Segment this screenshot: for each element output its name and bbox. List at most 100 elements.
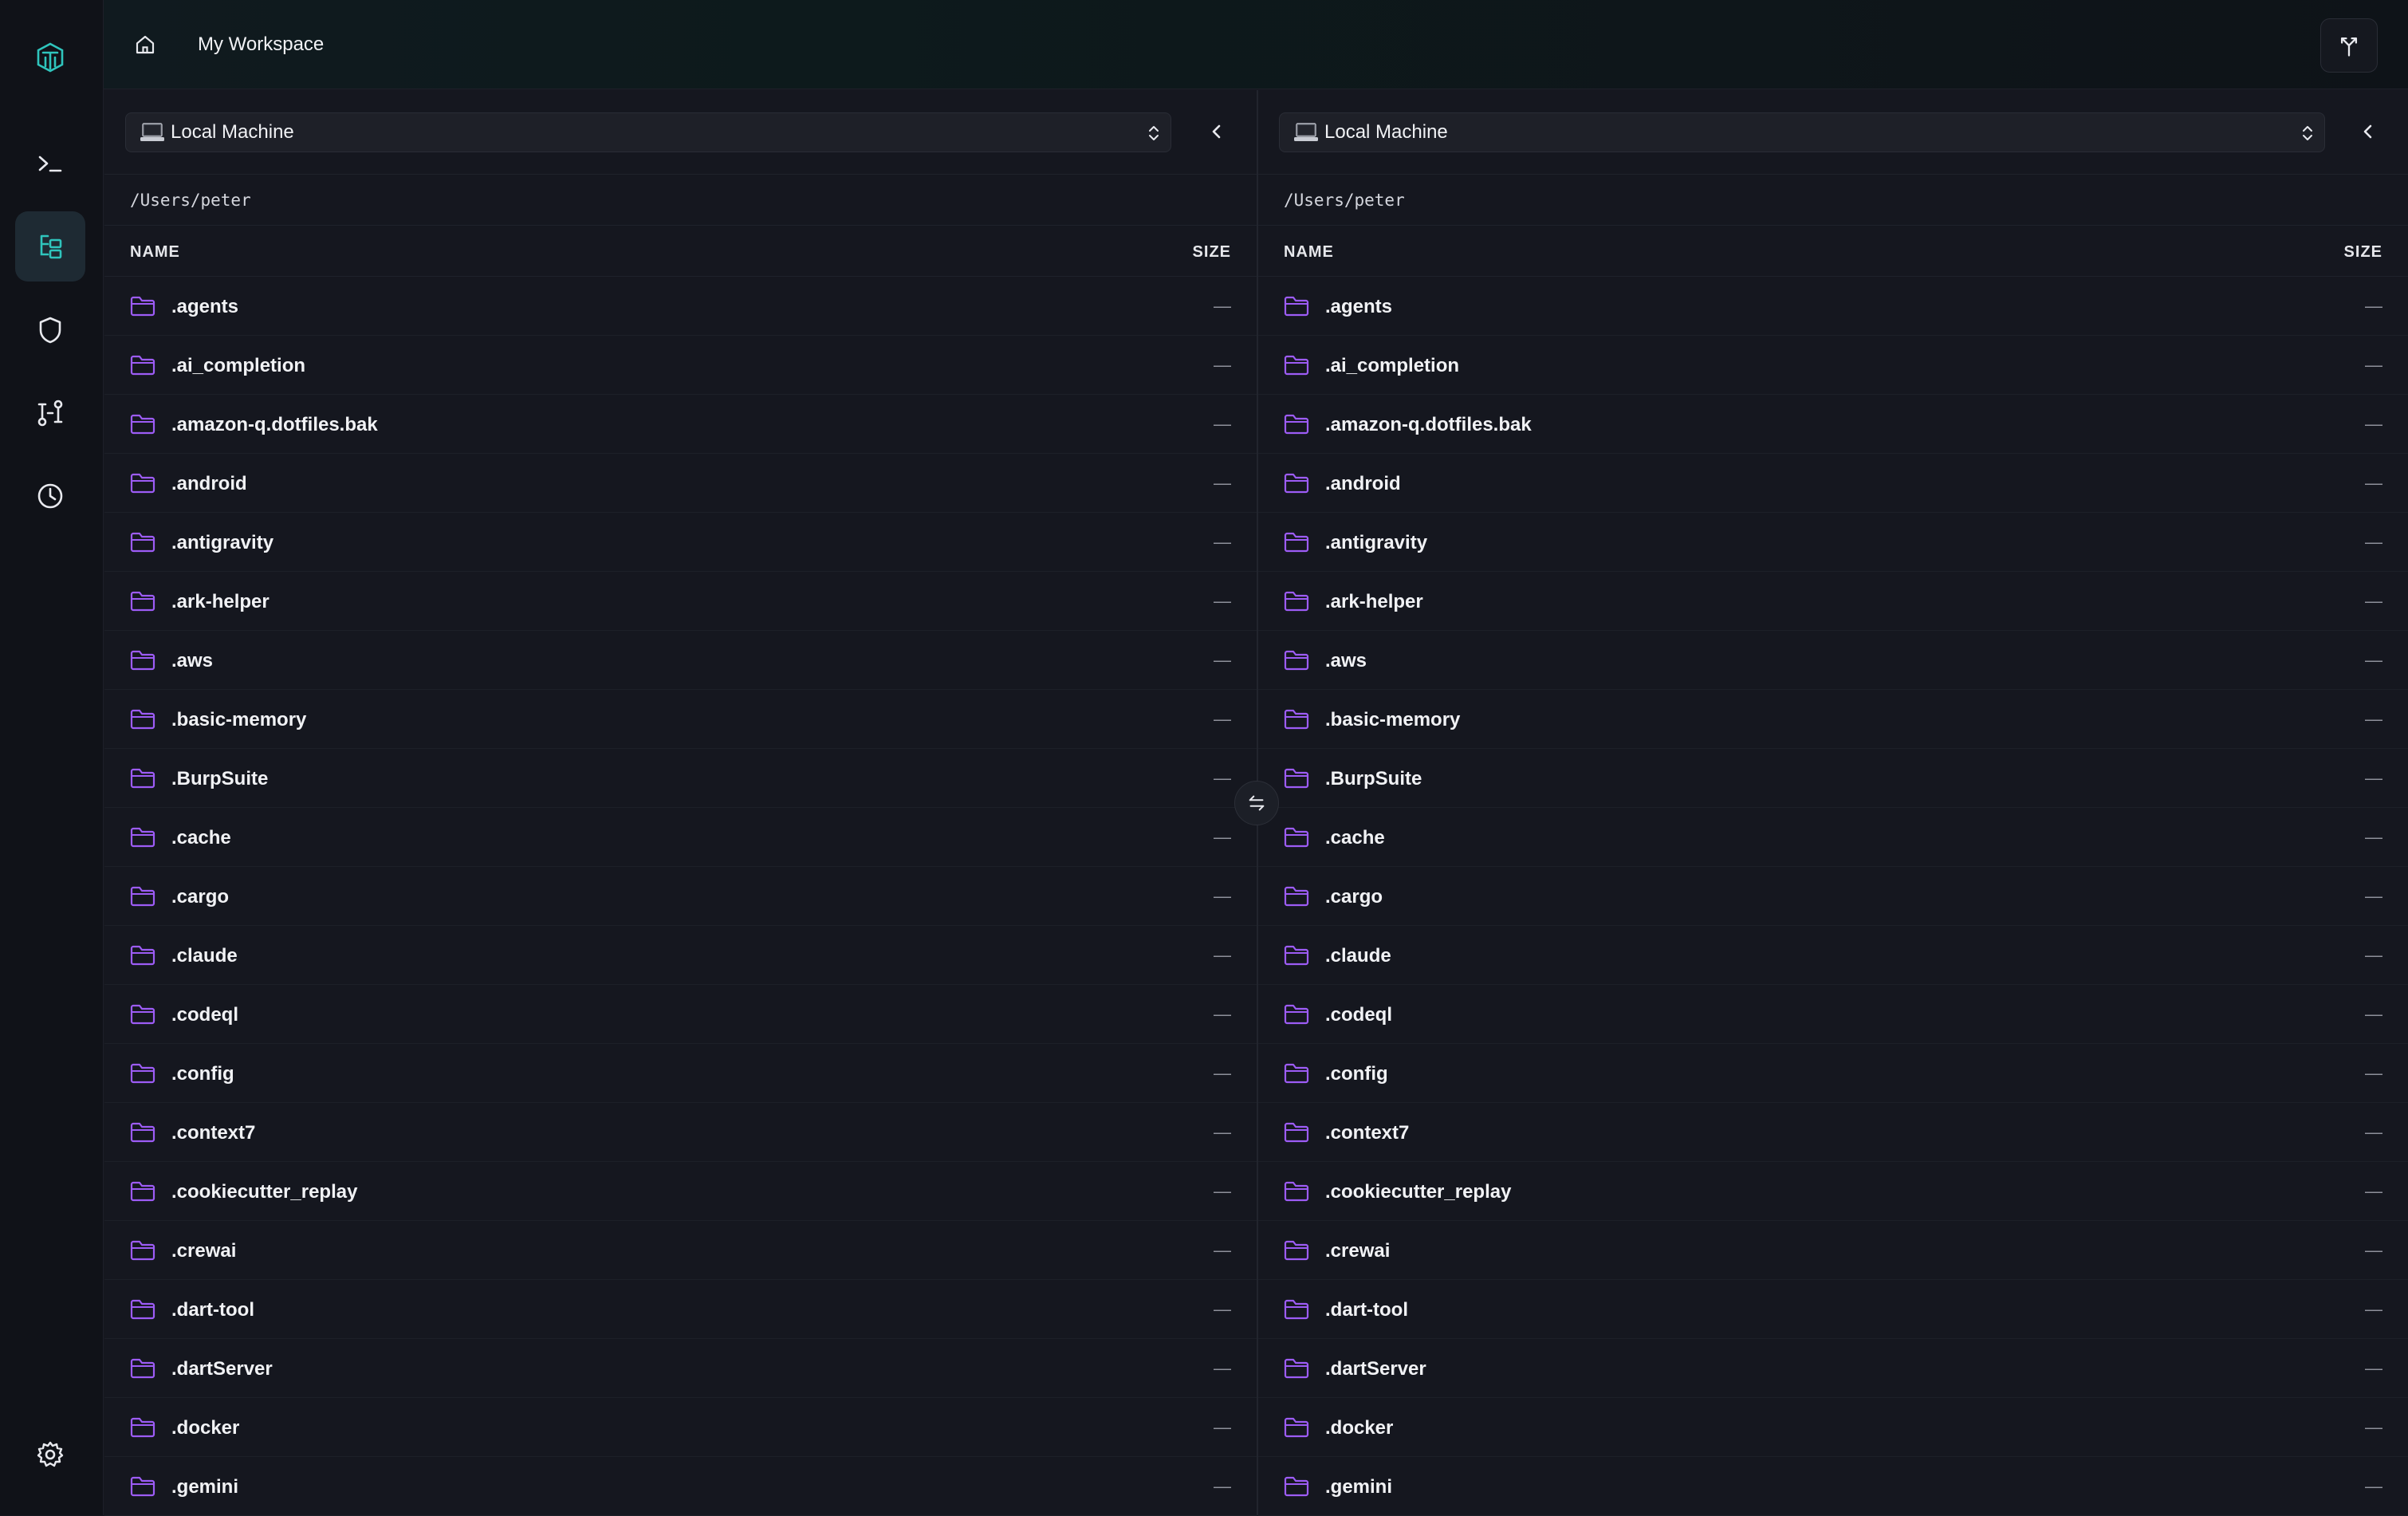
file-row[interactable]: .codeql — xyxy=(1258,985,2408,1044)
file-size: — xyxy=(2365,1240,2382,1260)
file-name: .codeql xyxy=(1325,1004,1393,1026)
swap-panes-button[interactable] xyxy=(1234,781,1279,825)
column-size-header[interactable]: SIZE xyxy=(1193,243,1231,262)
file-row[interactable]: .config — xyxy=(104,1044,1257,1103)
folder-icon xyxy=(1284,1299,1309,1320)
collapse-pane-button[interactable] xyxy=(2352,116,2384,148)
file-row[interactable]: .codeql — xyxy=(104,985,1257,1044)
file-row[interactable]: .ark-helper — xyxy=(104,572,1257,631)
file-row[interactable]: .crewai — xyxy=(104,1221,1257,1280)
file-size: — xyxy=(1214,886,1231,906)
file-name: .claude xyxy=(1325,945,1391,967)
file-row[interactable]: .android — xyxy=(104,454,1257,513)
split-view-button[interactable] xyxy=(2320,18,2378,73)
file-row[interactable]: .dartServer — xyxy=(1258,1339,2408,1398)
sidebar-item-routing[interactable] xyxy=(15,378,85,448)
file-row[interactable]: .config — xyxy=(1258,1044,2408,1103)
pane-toolbar: Local Machine xyxy=(1258,90,2408,175)
current-path: /Users/peter xyxy=(130,190,251,210)
folder-icon xyxy=(1284,650,1309,671)
file-size: — xyxy=(1214,473,1231,493)
file-row[interactable]: .dart-tool — xyxy=(104,1280,1257,1339)
file-row[interactable]: .antigravity — xyxy=(104,513,1257,572)
file-row[interactable]: .cache — xyxy=(1258,808,2408,867)
file-row[interactable]: .ark-helper — xyxy=(1258,572,2408,631)
file-row[interactable]: .amazon-q.dotfiles.bak — xyxy=(1258,395,2408,454)
path-bar[interactable]: /Users/peter xyxy=(104,175,1257,226)
file-row[interactable]: .context7 — xyxy=(1258,1103,2408,1162)
file-row[interactable]: .cookiecutter_replay — xyxy=(104,1162,1257,1221)
pane-toolbar: Local Machine xyxy=(104,90,1257,175)
top-header: My Workspace xyxy=(104,0,2408,89)
file-row[interactable]: .docker — xyxy=(104,1398,1257,1457)
folder-icon xyxy=(1284,1004,1309,1025)
column-header: NAME SIZE xyxy=(1258,226,2408,277)
file-row[interactable]: .BurpSuite — xyxy=(104,749,1257,808)
file-row[interactable]: .claude — xyxy=(1258,926,2408,985)
file-row[interactable]: .cargo — xyxy=(1258,867,2408,926)
file-row[interactable]: .aws — xyxy=(104,631,1257,690)
machine-select[interactable]: Local Machine xyxy=(1279,112,2325,152)
path-icon xyxy=(37,400,63,427)
folder-icon xyxy=(130,1240,155,1261)
left-pane: Local Machine /Users/peter NAME SIZE .ag… xyxy=(104,90,1257,1516)
folder-icon xyxy=(1284,709,1309,730)
file-size: — xyxy=(2365,709,2382,729)
machine-select[interactable]: Local Machine xyxy=(125,112,1171,152)
folder-icon xyxy=(130,591,155,612)
file-row[interactable]: .agents — xyxy=(1258,277,2408,336)
app-logo[interactable] xyxy=(15,22,85,93)
file-size: — xyxy=(2365,1299,2382,1319)
file-name: .cache xyxy=(171,827,231,849)
file-row[interactable]: .android — xyxy=(1258,454,2408,513)
file-name: .context7 xyxy=(1325,1122,1410,1144)
file-row[interactable]: .docker — xyxy=(1258,1398,2408,1457)
file-size: — xyxy=(2365,532,2382,552)
sidebar-item-history[interactable] xyxy=(15,461,85,531)
path-bar[interactable]: /Users/peter xyxy=(1258,175,2408,226)
file-row[interactable]: .context7 — xyxy=(104,1103,1257,1162)
file-row[interactable]: .ai_completion — xyxy=(1258,336,2408,395)
folder-icon xyxy=(130,1299,155,1320)
chevron-left-icon xyxy=(2363,124,2372,139)
file-row[interactable]: .dartServer — xyxy=(104,1339,1257,1398)
sidebar-item-file-transfer[interactable] xyxy=(15,211,85,282)
file-size: — xyxy=(2365,827,2382,847)
file-row[interactable]: .aws — xyxy=(1258,631,2408,690)
file-row[interactable]: .cargo — xyxy=(104,867,1257,926)
folder-icon xyxy=(130,1417,155,1438)
column-name-header[interactable]: NAME xyxy=(1284,243,1334,262)
column-size-header[interactable]: SIZE xyxy=(2344,243,2382,262)
file-row[interactable]: .gemini — xyxy=(1258,1457,2408,1516)
folder-icon xyxy=(130,1063,155,1084)
file-row[interactable]: .ai_completion — xyxy=(104,336,1257,395)
folder-icon xyxy=(130,827,155,848)
file-row[interactable]: .basic-memory — xyxy=(104,690,1257,749)
file-row[interactable]: .claude — xyxy=(104,926,1257,985)
sidebar-item-security[interactable] xyxy=(15,295,85,365)
file-row[interactable]: .basic-memory — xyxy=(1258,690,2408,749)
file-size: — xyxy=(1214,1476,1231,1496)
file-row[interactable]: .amazon-q.dotfiles.bak — xyxy=(104,395,1257,454)
file-name: .cookiecutter_replay xyxy=(171,1181,358,1203)
collapse-pane-button[interactable] xyxy=(1201,116,1233,148)
file-row[interactable]: .gemini — xyxy=(104,1457,1257,1516)
home-button[interactable] xyxy=(131,30,159,59)
folder-icon xyxy=(1284,1181,1309,1202)
chevron-updown-icon xyxy=(2303,126,2312,140)
file-name: .aws xyxy=(1325,650,1367,671)
sidebar-item-settings[interactable] xyxy=(15,1420,85,1490)
file-row[interactable]: .dart-tool — xyxy=(1258,1280,2408,1339)
file-name: .ai_completion xyxy=(171,355,306,376)
clock-icon xyxy=(37,483,63,509)
file-row[interactable]: .antigravity — xyxy=(1258,513,2408,572)
current-path: /Users/peter xyxy=(1284,190,1405,210)
file-row[interactable]: .BurpSuite — xyxy=(1258,749,2408,808)
column-name-header[interactable]: NAME xyxy=(130,243,180,262)
file-row[interactable]: .agents — xyxy=(104,277,1257,336)
file-row[interactable]: .crewai — xyxy=(1258,1221,2408,1280)
file-row[interactable]: .cache — xyxy=(104,808,1257,867)
file-size: — xyxy=(1214,296,1231,316)
sidebar-item-terminal[interactable] xyxy=(15,128,85,199)
file-row[interactable]: .cookiecutter_replay — xyxy=(1258,1162,2408,1221)
